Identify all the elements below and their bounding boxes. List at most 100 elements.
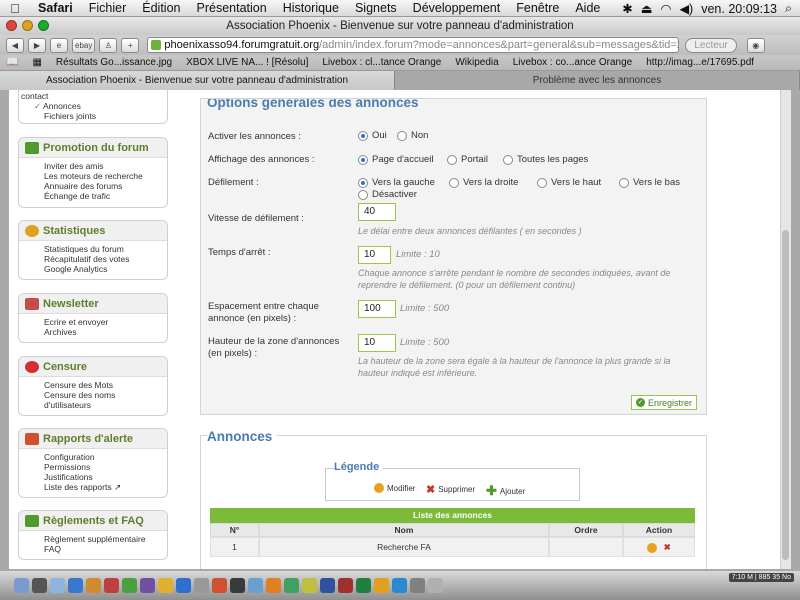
sidebar-section-header[interactable]: Newsletter bbox=[19, 294, 167, 314]
app-icon[interactable] bbox=[374, 578, 389, 593]
itunes-icon[interactable] bbox=[140, 578, 155, 593]
save-button[interactable]: ✓ Enregistrer bbox=[631, 395, 698, 410]
finder-icon[interactable] bbox=[14, 578, 29, 593]
sidebar-section-header[interactable]: Rapports d'alerte bbox=[19, 429, 167, 449]
sidebar-item-annonces[interactable]: ✓ Annonces bbox=[21, 101, 167, 111]
menu-presentation[interactable]: Présentation bbox=[189, 1, 275, 15]
sidebar-item[interactable]: Ecrire et envoyer bbox=[44, 317, 167, 327]
menu-edition[interactable]: Édition bbox=[134, 1, 188, 15]
radio-selected[interactable] bbox=[358, 130, 368, 141]
radio-selected[interactable] bbox=[358, 177, 368, 188]
wifi-icon[interactable]: ◠ bbox=[661, 1, 672, 16]
facetime-icon[interactable] bbox=[122, 578, 137, 593]
safari-icon[interactable] bbox=[68, 578, 83, 593]
sidebar-section-header[interactable]: Règlements et FAQ bbox=[19, 511, 167, 531]
calendar-icon[interactable] bbox=[104, 578, 119, 593]
radio[interactable] bbox=[358, 189, 368, 200]
menu-signets[interactable]: Signets bbox=[347, 1, 405, 15]
address-bar[interactable]: phoenixasso94.forumgratuit.org/admin/ind… bbox=[147, 37, 680, 53]
iphoto-icon[interactable] bbox=[158, 578, 173, 593]
radio[interactable] bbox=[449, 177, 459, 188]
scroll-bas[interactable]: Vers le bas bbox=[619, 177, 680, 188]
sidebar-section-header[interactable]: Statistiques bbox=[19, 221, 167, 241]
menu-clock[interactable]: ven. 20:09:13 bbox=[701, 2, 777, 16]
radio-selected[interactable] bbox=[358, 154, 368, 165]
extension-icon[interactable]: ♙ bbox=[99, 37, 118, 53]
delete-icon[interactable]: ✖ bbox=[664, 542, 671, 552]
powerpoint-icon[interactable] bbox=[338, 578, 353, 593]
bookmark-item[interactable]: Livebox : co...ance Orange bbox=[513, 57, 633, 68]
skype-icon[interactable] bbox=[248, 578, 263, 593]
speed-input[interactable]: 40 bbox=[358, 203, 396, 221]
sidebar-section-header[interactable]: Censure bbox=[19, 357, 167, 377]
menu-fenetre[interactable]: Fenêtre bbox=[508, 1, 567, 15]
excel-icon[interactable] bbox=[356, 578, 371, 593]
scroll-droite[interactable]: Vers la droite bbox=[449, 177, 518, 188]
sidebar-item[interactable]: Les moteurs de recherche bbox=[44, 171, 167, 181]
tab-probleme-annonces[interactable]: Problème avec les annonces bbox=[395, 71, 800, 90]
display-portail[interactable]: Portail bbox=[447, 154, 488, 165]
reader-button[interactable]: Lecteur bbox=[685, 37, 737, 53]
tab-admin-panel[interactable]: Association Phoenix - Bienvenue sur votr… bbox=[0, 71, 395, 90]
sidebar-section-header[interactable]: Promotion du forum bbox=[19, 138, 167, 158]
display-accueil[interactable]: Page d'accueil bbox=[358, 154, 434, 165]
sidebar-item[interactable]: Archives bbox=[44, 327, 167, 337]
scroll-gauche[interactable]: Vers la gauche bbox=[358, 177, 435, 188]
back-button[interactable]: ◀ bbox=[6, 37, 24, 53]
scrollbar-thumb[interactable] bbox=[782, 230, 789, 560]
show-all-bookmarks-icon[interactable]: 📖 bbox=[6, 57, 18, 68]
pause-input[interactable]: 10 bbox=[358, 246, 391, 264]
radio[interactable] bbox=[537, 177, 547, 188]
firefox-icon[interactable] bbox=[212, 578, 227, 593]
apple-menu-icon[interactable]:  bbox=[0, 1, 30, 16]
sidebar-item[interactable]: Permissions bbox=[44, 462, 167, 472]
system-preferences-icon[interactable] bbox=[194, 578, 209, 593]
sidebar-item[interactable]: Inviter des amis bbox=[44, 161, 167, 171]
sidebar-item-liste-rapports[interactable]: Liste des rapports ↗ bbox=[44, 482, 167, 492]
app-store-icon[interactable] bbox=[176, 578, 191, 593]
add-bookmark-button[interactable]: + bbox=[121, 37, 140, 53]
dashboard-icon[interactable] bbox=[32, 578, 47, 593]
ie-tab-icon[interactable]: e bbox=[50, 37, 68, 53]
sidebar-item[interactable]: Justifications bbox=[44, 472, 167, 482]
sidebar-item[interactable]: FAQ bbox=[44, 544, 167, 554]
sidebar-item[interactable]: Censure des Mots bbox=[44, 380, 167, 390]
sidebar-item[interactable]: Échange de trafic bbox=[44, 191, 167, 201]
top-sites-icon[interactable]: ▦ bbox=[32, 57, 41, 68]
sidebar-item[interactable]: Règlement supplémentaire bbox=[44, 534, 167, 544]
eject-icon[interactable]: ⏏ bbox=[641, 1, 653, 16]
bookmark-item[interactable]: Livebox : cl...tance Orange bbox=[322, 57, 441, 68]
bookmark-item[interactable]: Résultats Go...issance.jpg bbox=[56, 57, 172, 68]
height-input[interactable]: 10 bbox=[358, 334, 396, 352]
display-toutes[interactable]: Toutes les pages bbox=[503, 154, 588, 165]
ebay-button[interactable]: ebay bbox=[72, 37, 96, 53]
sidebar-item[interactable]: Annuaire des forums bbox=[44, 181, 167, 191]
menu-developpement[interactable]: Développement bbox=[405, 1, 509, 15]
edit-icon[interactable] bbox=[647, 542, 658, 553]
trash-icon[interactable] bbox=[428, 578, 443, 593]
scroll-desactiver[interactable]: Désactiver bbox=[358, 189, 417, 200]
radio[interactable] bbox=[503, 154, 513, 165]
zoom-window-icon[interactable] bbox=[38, 20, 49, 31]
radio[interactable] bbox=[397, 130, 407, 141]
sidebar-item[interactable]: Configuration bbox=[44, 452, 167, 462]
settings-icon[interactable]: ◉ bbox=[746, 37, 765, 53]
activate-oui[interactable]: Oui bbox=[358, 130, 387, 141]
radio[interactable] bbox=[447, 154, 457, 165]
forward-button[interactable]: ▶ bbox=[28, 37, 46, 53]
notes-icon[interactable] bbox=[302, 578, 317, 593]
menu-aide[interactable]: Aide bbox=[567, 1, 608, 15]
sidebar-item[interactable]: Statistiques du forum bbox=[44, 244, 167, 254]
scroll-haut[interactable]: Vers le haut bbox=[537, 177, 601, 188]
radio[interactable] bbox=[619, 177, 629, 188]
minimize-window-icon[interactable] bbox=[22, 20, 33, 31]
spotlight-icon[interactable]: ⌕ bbox=[785, 1, 792, 16]
bluetooth-icon[interactable]: ✱ bbox=[622, 1, 632, 16]
volume-icon[interactable]: ◀) bbox=[679, 1, 693, 16]
app-icon[interactable] bbox=[392, 578, 407, 593]
sidebar-item[interactable]: Google Analytics bbox=[44, 264, 167, 274]
word-icon[interactable] bbox=[320, 578, 335, 593]
menu-fichier[interactable]: Fichier bbox=[81, 1, 135, 15]
vlc-icon[interactable] bbox=[266, 578, 281, 593]
utility-icon[interactable] bbox=[284, 578, 299, 593]
